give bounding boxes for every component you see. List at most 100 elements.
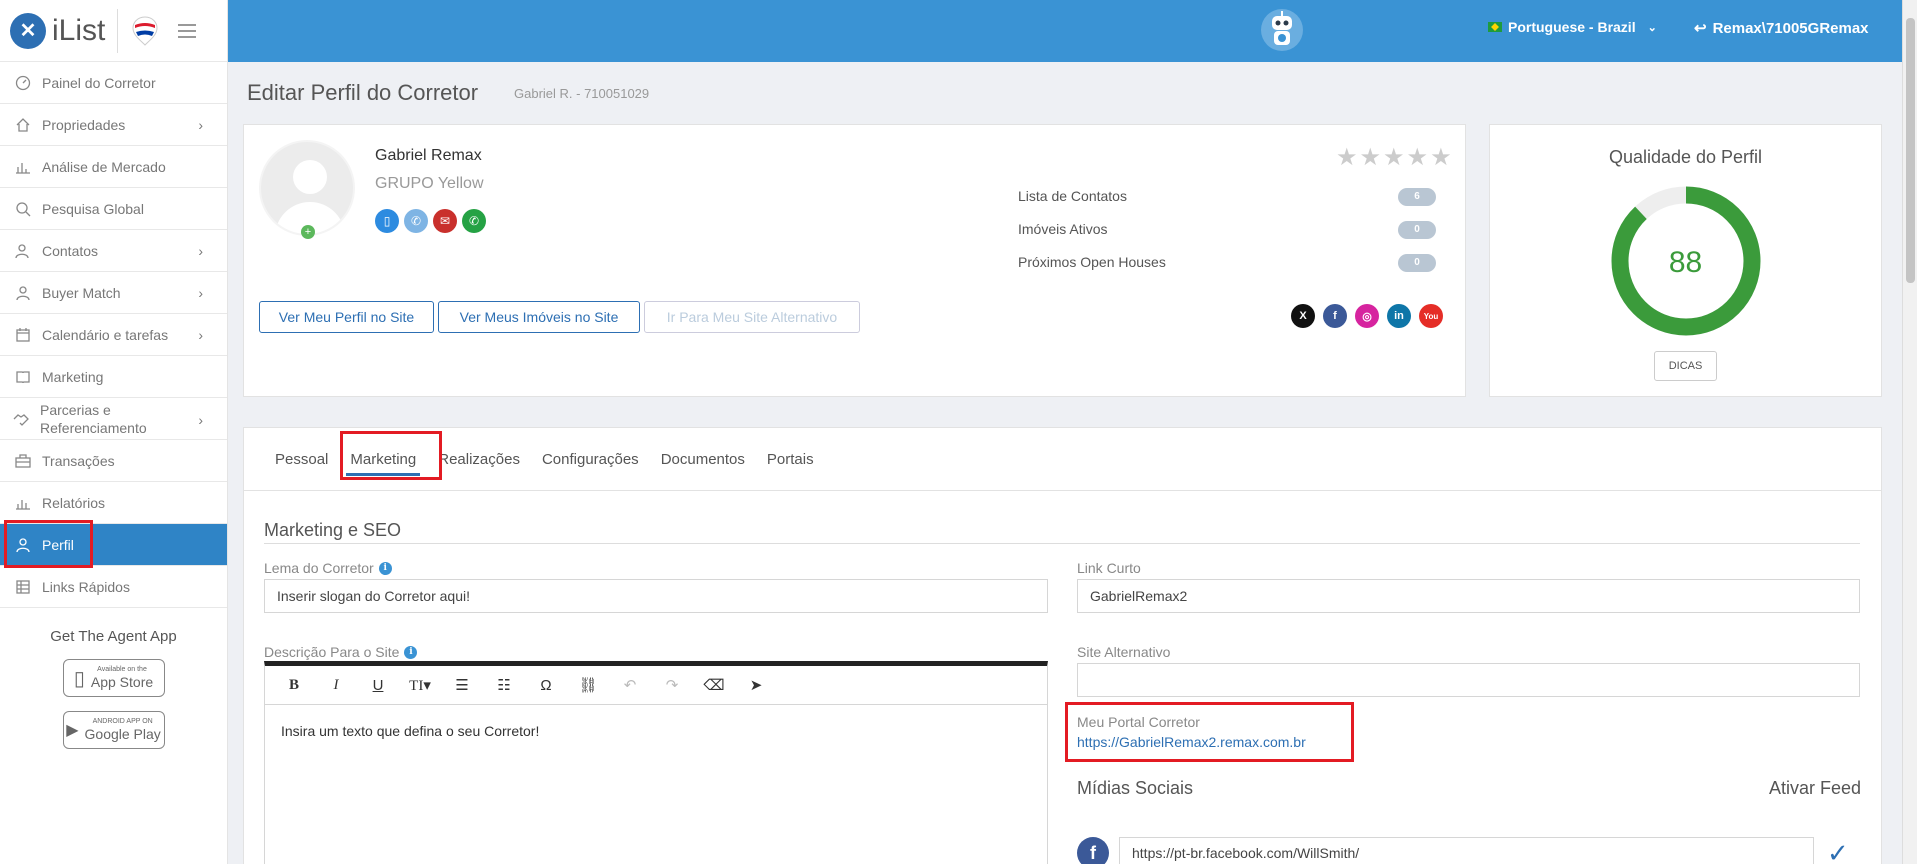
scrollbar-thumb[interactable] (1906, 18, 1915, 283)
alt-site-label: Site Alternativo (1077, 644, 1171, 660)
agent-app-title: Get The Agent App (50, 628, 177, 645)
tab-documentos[interactable]: Documentos (661, 447, 745, 472)
bar-chart-icon (14, 158, 32, 176)
facebook-url-input[interactable]: https://pt-br.facebook.com/WillSmith/ (1119, 837, 1814, 864)
checkmark-icon[interactable]: ✓ (1827, 838, 1849, 864)
tips-button[interactable]: DICAS (1654, 351, 1717, 381)
menu-toggle-icon[interactable] (178, 23, 197, 38)
email-icon[interactable]: ✉ (433, 209, 457, 233)
sidebar-item-analise[interactable]: Análise de Mercado (0, 146, 227, 188)
italic-icon[interactable]: I (315, 677, 357, 694)
sidebar-item-label: Parcerias e Referenciamento (40, 401, 147, 436)
sidebar-item-label: Transações (42, 452, 115, 469)
links-icon (14, 578, 32, 596)
page-scrollbar[interactable] (1902, 0, 1917, 864)
calendar-icon (14, 326, 32, 344)
sidebar-item-propriedades[interactable]: Propriedades › (0, 104, 227, 146)
stat-openhouses-badge: 0 (1398, 254, 1436, 272)
motto-input[interactable]: Inserir slogan do Corretor aqui! (264, 579, 1048, 613)
sidebar-item-pesquisa[interactable]: Pesquisa Global (0, 188, 227, 230)
quality-value: 88 (1668, 246, 1703, 279)
sidebar-item-label: Marketing (42, 368, 104, 385)
redo-icon[interactable]: ↷ (651, 676, 693, 694)
star-icon: ★ (1430, 144, 1451, 171)
special-char-icon[interactable]: Ω (525, 677, 567, 694)
add-photo-icon[interactable]: + (301, 225, 315, 239)
undo-icon[interactable]: ↶ (609, 676, 651, 694)
stat-openhouses-label: Próximos Open Houses (1018, 254, 1166, 270)
mobile-icon[interactable]: ▯ (375, 209, 399, 233)
gauge-icon (14, 74, 32, 92)
avatar[interactable] (259, 140, 355, 236)
robot-assistant-icon[interactable] (1260, 6, 1304, 54)
app-store-button[interactable]: ▯ Available on the App Store (62, 659, 165, 697)
profile-quality-card: Qualidade do Perfil 88 DICAS (1489, 124, 1882, 397)
activate-feed-title: Ativar Feed (1768, 778, 1861, 798)
sidebar-item-label: Painel do Corretor (42, 74, 156, 91)
ilist-logo-icon[interactable]: ✕ (10, 12, 46, 49)
eraser-icon[interactable]: ⌫ (693, 676, 735, 694)
view-site-profile-button[interactable]: Ver Meu Perfil no Site (259, 301, 434, 333)
tab-realizacoes[interactable]: Realizações (438, 447, 520, 472)
page-subtitle: Gabriel R. - 710051029 (514, 86, 650, 101)
sidebar-item-links-rapidos[interactable]: Links Rápidos (0, 566, 227, 608)
underline-icon[interactable]: U (357, 677, 399, 694)
google-play-icon: ▶ (66, 722, 79, 739)
logo-area: ✕ iList (0, 0, 227, 62)
sidebar-item-marketing[interactable]: Marketing (0, 356, 227, 398)
facebook-icon[interactable]: f (1323, 304, 1347, 328)
font-size-icon[interactable]: TI▾ (399, 676, 441, 695)
sidebar-item-contatos[interactable]: Contatos › (0, 230, 227, 272)
x-twitter-icon[interactable]: X (1291, 304, 1315, 328)
tab-bar: Pessoal Marketing Realizações Configuraç… (244, 428, 1881, 491)
sidebar-item-label: Pesquisa Global (42, 200, 144, 217)
instagram-icon[interactable]: ◎ (1355, 304, 1379, 328)
user-menu[interactable]: ↩ Remax\71005GRemax (1694, 19, 1869, 38)
phone-icon[interactable]: ✆ (404, 209, 428, 233)
brand-name[interactable]: iList (52, 14, 105, 48)
book-icon (14, 368, 32, 386)
google-play-button[interactable]: ▶ ANDROID APP ON Google Play (62, 711, 165, 749)
handshake-icon (12, 410, 30, 428)
tab-portais[interactable]: Portais (767, 447, 814, 472)
linkedin-icon[interactable]: in (1387, 304, 1411, 328)
sidebar-item-label: Buyer Match (42, 284, 121, 301)
info-icon[interactable]: i (404, 645, 418, 659)
language-selector[interactable]: Portuguese - Brazil ⌄ (1488, 19, 1657, 35)
alt-site-button[interactable]: Ir Para Meu Site Alternativo (644, 301, 860, 333)
motto-label: Lema do Corretor (264, 560, 374, 576)
profile-tabs-card: Pessoal Marketing Realizações Configuraç… (243, 427, 1882, 864)
view-site-listings-button[interactable]: Ver Meus Imóveis no Site (438, 301, 640, 333)
sidebar-item-parcerias[interactable]: Parcerias e Referenciamento › (0, 398, 227, 440)
sidebar-item-buyer-match[interactable]: Buyer Match › (0, 272, 227, 314)
sidebar-item-relatorios[interactable]: Relatórios (0, 482, 227, 524)
editor-body[interactable]: Insira um texto que defina o seu Correto… (265, 705, 1047, 757)
stat-listings-label: Imóveis Ativos (1018, 221, 1108, 237)
ordered-list-icon[interactable]: ☰ (441, 676, 483, 694)
tab-configuracoes[interactable]: Configurações (542, 447, 639, 472)
info-icon[interactable]: i (378, 561, 392, 575)
link-icon[interactable]: ⛓ (567, 676, 609, 694)
short-link-input[interactable]: GabrielRemax2 (1077, 579, 1860, 613)
profile-card: + Gabriel Remax GRUPO Yellow ▯ ✆ ✉ ✆ Ver… (243, 124, 1466, 397)
sidebar-item-transacoes[interactable]: Transações (0, 440, 227, 482)
whatsapp-icon[interactable]: ✆ (462, 209, 486, 233)
section-divider (264, 543, 1860, 544)
sidebar: ✕ iList Painel do Corretor Propriedades … (0, 0, 228, 864)
contacts-icon (14, 242, 32, 260)
alt-site-input[interactable] (1077, 663, 1860, 697)
star-icon: ★ (1383, 144, 1404, 171)
star-icon: ★ (1406, 144, 1428, 171)
chevron-right-icon: › (198, 285, 203, 301)
chevron-right-icon: › (198, 327, 203, 343)
cursor-icon[interactable]: ➤ (735, 676, 777, 694)
unordered-list-icon[interactable]: ☷ (483, 676, 525, 694)
sidebar-item-painel[interactable]: Painel do Corretor (0, 62, 227, 104)
sidebar-item-calendario[interactable]: Calendário e tarefas › (0, 314, 227, 356)
rating-stars[interactable]: ★ ★ ★ ★ ★ (1336, 143, 1452, 172)
youtube-icon[interactable]: You (1419, 304, 1443, 328)
tab-pessoal[interactable]: Pessoal (275, 447, 328, 472)
bold-icon[interactable]: B (273, 677, 315, 694)
quality-title: Qualidade do Perfil (1608, 147, 1763, 167)
sidebar-item-label: Propriedades (42, 116, 126, 133)
